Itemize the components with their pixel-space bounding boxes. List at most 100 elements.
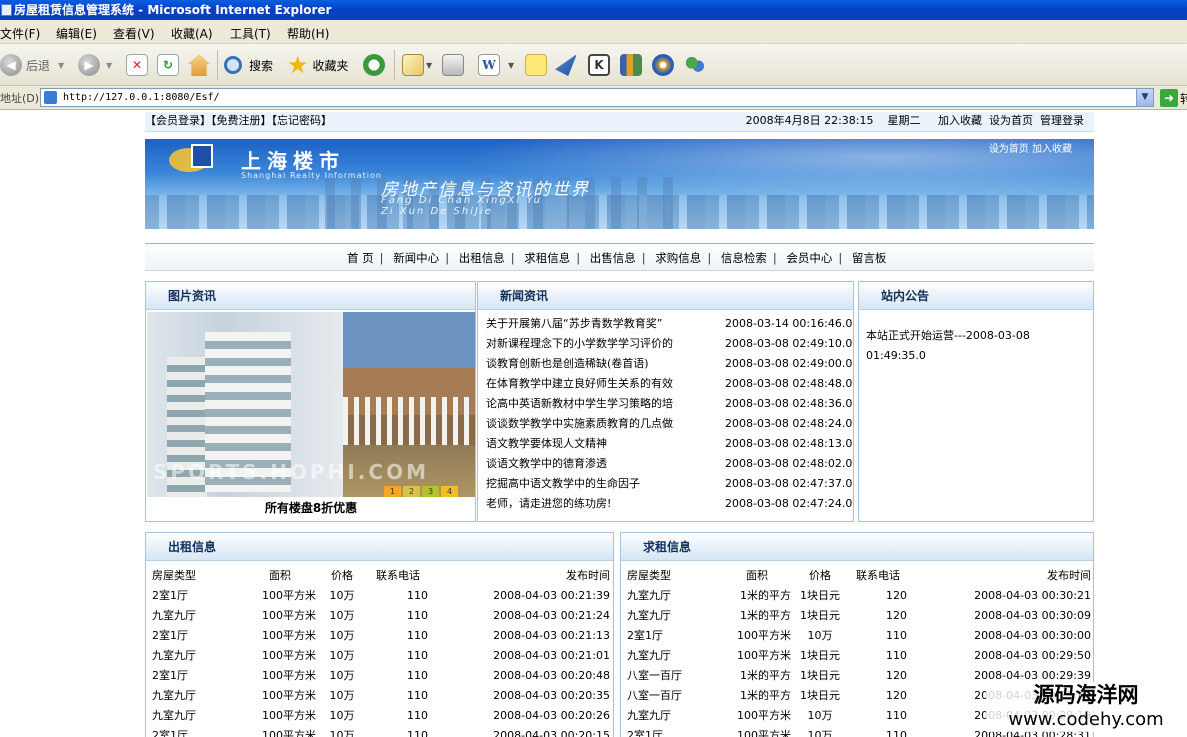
table-row[interactable]: 九室九厅 100平方米 10万 110 2008-04-03 00:21:01 xyxy=(152,645,610,665)
cell-type[interactable]: 八室一百厅 xyxy=(627,685,723,705)
slide-pager-4[interactable]: 4 xyxy=(441,486,458,497)
back-dropdown-icon[interactable]: ▼ xyxy=(58,61,64,70)
notes-button[interactable] xyxy=(525,52,547,78)
cell-type[interactable]: 2室1厅 xyxy=(152,625,244,645)
news-item[interactable]: 谈语文教学中的德育渗透 2008-03-08 02:48:02.0 xyxy=(486,454,854,474)
menu-tools[interactable]: 工具(T) xyxy=(230,25,271,42)
back-button[interactable]: ◀ 后退 ▼ xyxy=(0,52,64,78)
go-arrow-icon[interactable]: ➜ xyxy=(1160,89,1178,107)
cell-type[interactable]: 九室九厅 xyxy=(152,645,244,665)
cell-type[interactable]: 2室1厅 xyxy=(627,625,723,645)
menu-help[interactable]: 帮助(H) xyxy=(287,25,329,42)
news-title[interactable]: 谈教育创新也是创造稀缺(卷首语) xyxy=(486,354,716,374)
set-homepage-link[interactable]: 设为首页 xyxy=(989,114,1033,127)
msn-button[interactable] xyxy=(684,52,706,78)
news-title[interactable]: 挖掘高中语文教学中的生命因子 xyxy=(486,474,716,494)
edit-button[interactable]: W ▼ xyxy=(478,52,514,78)
refresh-button[interactable]: ↻ xyxy=(157,52,179,78)
research-button[interactable] xyxy=(620,52,642,78)
news-item[interactable]: 谈谈数学教学中实施素质教育的几点做 2008-03-08 02:48:24.0 xyxy=(486,414,854,434)
nav-member[interactable]: 会员中心 xyxy=(784,251,834,265)
nav-seek-rent[interactable]: 求租信息 xyxy=(522,251,572,265)
stop-button[interactable]: ✕ xyxy=(126,52,148,78)
news-title[interactable]: 谈谈数学教学中实施素质教育的几点做 xyxy=(486,414,716,434)
table-row[interactable]: 九室九厅 1米的平方 1块日元 120 2008-04-03 00:30:09 xyxy=(627,605,1091,625)
table-row[interactable]: 九室九厅 100平方米 10万 110 2008-04-03 00:20:35 xyxy=(152,685,610,705)
nav-search[interactable]: 信息检索 xyxy=(719,251,769,265)
menu-favorites[interactable]: 收藏(A) xyxy=(171,25,213,42)
table-row[interactable]: 2室1厅 100平方米 10万 110 2008-04-03 00:21:13 xyxy=(152,625,610,645)
favorites-button[interactable]: ★ 收藏夹 xyxy=(287,52,349,78)
mail-button[interactable]: ▼ xyxy=(402,52,432,78)
print-button[interactable] xyxy=(442,52,464,78)
messenger-button[interactable] xyxy=(555,52,577,78)
table-row[interactable]: 2室1厅 100平方米 10万 110 2008-04-03 00:30:00 xyxy=(627,625,1091,645)
news-title[interactable]: 对新课程理念下的小学数学学习评价的 xyxy=(486,334,716,354)
news-title[interactable]: 在体育教学中建立良好师生关系的有效 xyxy=(486,374,716,394)
table-row[interactable]: 九室九厅 1米的平方 1块日元 120 2008-04-03 00:30:21 xyxy=(627,585,1091,605)
news-item[interactable]: 老师，请走进您的练功房! 2008-03-08 02:47:24.0 xyxy=(486,494,854,514)
banner-top-links[interactable]: 设为首页 加入收藏 xyxy=(989,140,1072,155)
k-button[interactable]: K xyxy=(588,52,610,78)
news-title[interactable]: 语文教学要体现人文精神 xyxy=(486,434,716,454)
slide-pager-3[interactable]: 3 xyxy=(422,486,439,497)
cell-type[interactable]: 九室九厅 xyxy=(627,585,723,605)
history-button[interactable] xyxy=(363,52,385,78)
nav-home[interactable]: 首 页 xyxy=(345,251,376,265)
news-title[interactable]: 关于开展第八届“苏步青数学教育奖” xyxy=(486,314,716,334)
news-item[interactable]: 关于开展第八届“苏步青数学教育奖” 2008-03-14 00:16:46.0 xyxy=(486,314,854,334)
cell-type[interactable]: 2室1厅 xyxy=(152,725,244,737)
news-title[interactable]: 谈语文教学中的德育渗透 xyxy=(486,454,716,474)
table-row[interactable]: 2室1厅 100平方米 10万 110 2008-04-03 00:20:15 xyxy=(152,725,610,737)
mail-dropdown-icon[interactable]: ▼ xyxy=(426,61,432,70)
menu-file[interactable]: 文件(F) xyxy=(0,25,40,42)
table-row[interactable]: 九室九厅 100平方米 10万 110 2008-04-03 00:20:26 xyxy=(152,705,610,725)
news-item[interactable]: 论高中英语新教材中学生学习策略的培 2008-03-08 02:48:36.0 xyxy=(486,394,854,414)
slide-pager-2[interactable]: 2 xyxy=(403,486,420,497)
cell-type[interactable]: 2室1厅 xyxy=(152,585,244,605)
address-dropdown-icon[interactable]: ▼ xyxy=(1136,89,1153,106)
search-button[interactable]: 搜索 xyxy=(224,52,273,78)
cell-type[interactable]: 九室九厅 xyxy=(627,605,723,625)
media-button[interactable] xyxy=(652,52,674,78)
table-row[interactable]: 九室九厅 100平方米 10万 110 2008-04-03 00:21:24 xyxy=(152,605,610,625)
cell-type[interactable]: 2室1厅 xyxy=(152,665,244,685)
nav-news[interactable]: 新闻中心 xyxy=(391,251,441,265)
home-button[interactable] xyxy=(188,52,210,78)
cell-type[interactable]: 九室九厅 xyxy=(627,705,723,725)
cell-type[interactable]: 八室一百厅 xyxy=(627,665,723,685)
nav-rent[interactable]: 出租信息 xyxy=(457,251,507,265)
edit-dropdown-icon[interactable]: ▼ xyxy=(508,61,514,70)
table-row[interactable]: 九室九厅 100平方米 1块日元 110 2008-04-03 00:29:50 xyxy=(627,645,1091,665)
address-input[interactable]: http://127.0.0.1:8080/Esf/ ▼ xyxy=(40,88,1154,107)
menu-view[interactable]: 查看(V) xyxy=(113,25,155,42)
table-row[interactable]: 2室1厅 100平方米 10万 110 2008-04-03 00:21:39 xyxy=(152,585,610,605)
nav-buy[interactable]: 求购信息 xyxy=(653,251,703,265)
photo-slideshow[interactable]: SPORTS.HOPHI.COM 1 2 3 4 xyxy=(147,312,475,497)
news-item[interactable]: 在体育教学中建立良好师生关系的有效 2008-03-08 02:48:48.0 xyxy=(486,374,854,394)
menu-edit[interactable]: 编辑(E) xyxy=(56,25,97,42)
news-item[interactable]: 谈教育创新也是创造稀缺(卷首语) 2008-03-08 02:49:00.0 xyxy=(486,354,854,374)
photo-caption[interactable]: 所有楼盘8折优惠 xyxy=(146,499,476,516)
news-title[interactable]: 论高中英语新教材中学生学习策略的培 xyxy=(486,394,716,414)
nav-guestbook[interactable]: 留言板 xyxy=(850,251,889,265)
nav-sale[interactable]: 出售信息 xyxy=(588,251,638,265)
news-item[interactable]: 语文教学要体现人文精神 2008-03-08 02:48:13.0 xyxy=(486,434,854,454)
member-links[interactable]: 【会员登录】【免费注册】【忘记密码】 xyxy=(145,112,332,130)
cell-type[interactable]: 九室九厅 xyxy=(627,645,723,665)
cell-type[interactable]: 九室九厅 xyxy=(152,605,244,625)
news-item[interactable]: 挖掘高中语文教学中的生命因子 2008-03-08 02:47:37.0 xyxy=(486,474,854,494)
news-title[interactable]: 老师，请走进您的练功房! xyxy=(486,494,716,514)
cell-type[interactable]: 2室1厅 xyxy=(627,725,723,737)
cell-type[interactable]: 九室九厅 xyxy=(152,705,244,725)
forward-button[interactable]: ▶ ▼ xyxy=(78,52,112,78)
go-label[interactable]: 转 xyxy=(1180,90,1187,107)
forward-dropdown-icon[interactable]: ▼ xyxy=(106,61,112,70)
news-item[interactable]: 对新课程理念下的小学数学学习评价的 2008-03-08 02:49:10.0 xyxy=(486,334,854,354)
slide-pager-1[interactable]: 1 xyxy=(384,486,401,497)
cell-type[interactable]: 九室九厅 xyxy=(152,685,244,705)
admin-login-link[interactable]: 管理登录 xyxy=(1040,114,1084,127)
table-row[interactable]: 2室1厅 100平方米 10万 110 2008-04-03 00:20:48 xyxy=(152,665,610,685)
notice-text[interactable]: 本站正式开始运营---2008-03-08 01:49:35.0 xyxy=(866,326,1081,366)
add-favorite-link[interactable]: 加入收藏 xyxy=(938,114,982,127)
